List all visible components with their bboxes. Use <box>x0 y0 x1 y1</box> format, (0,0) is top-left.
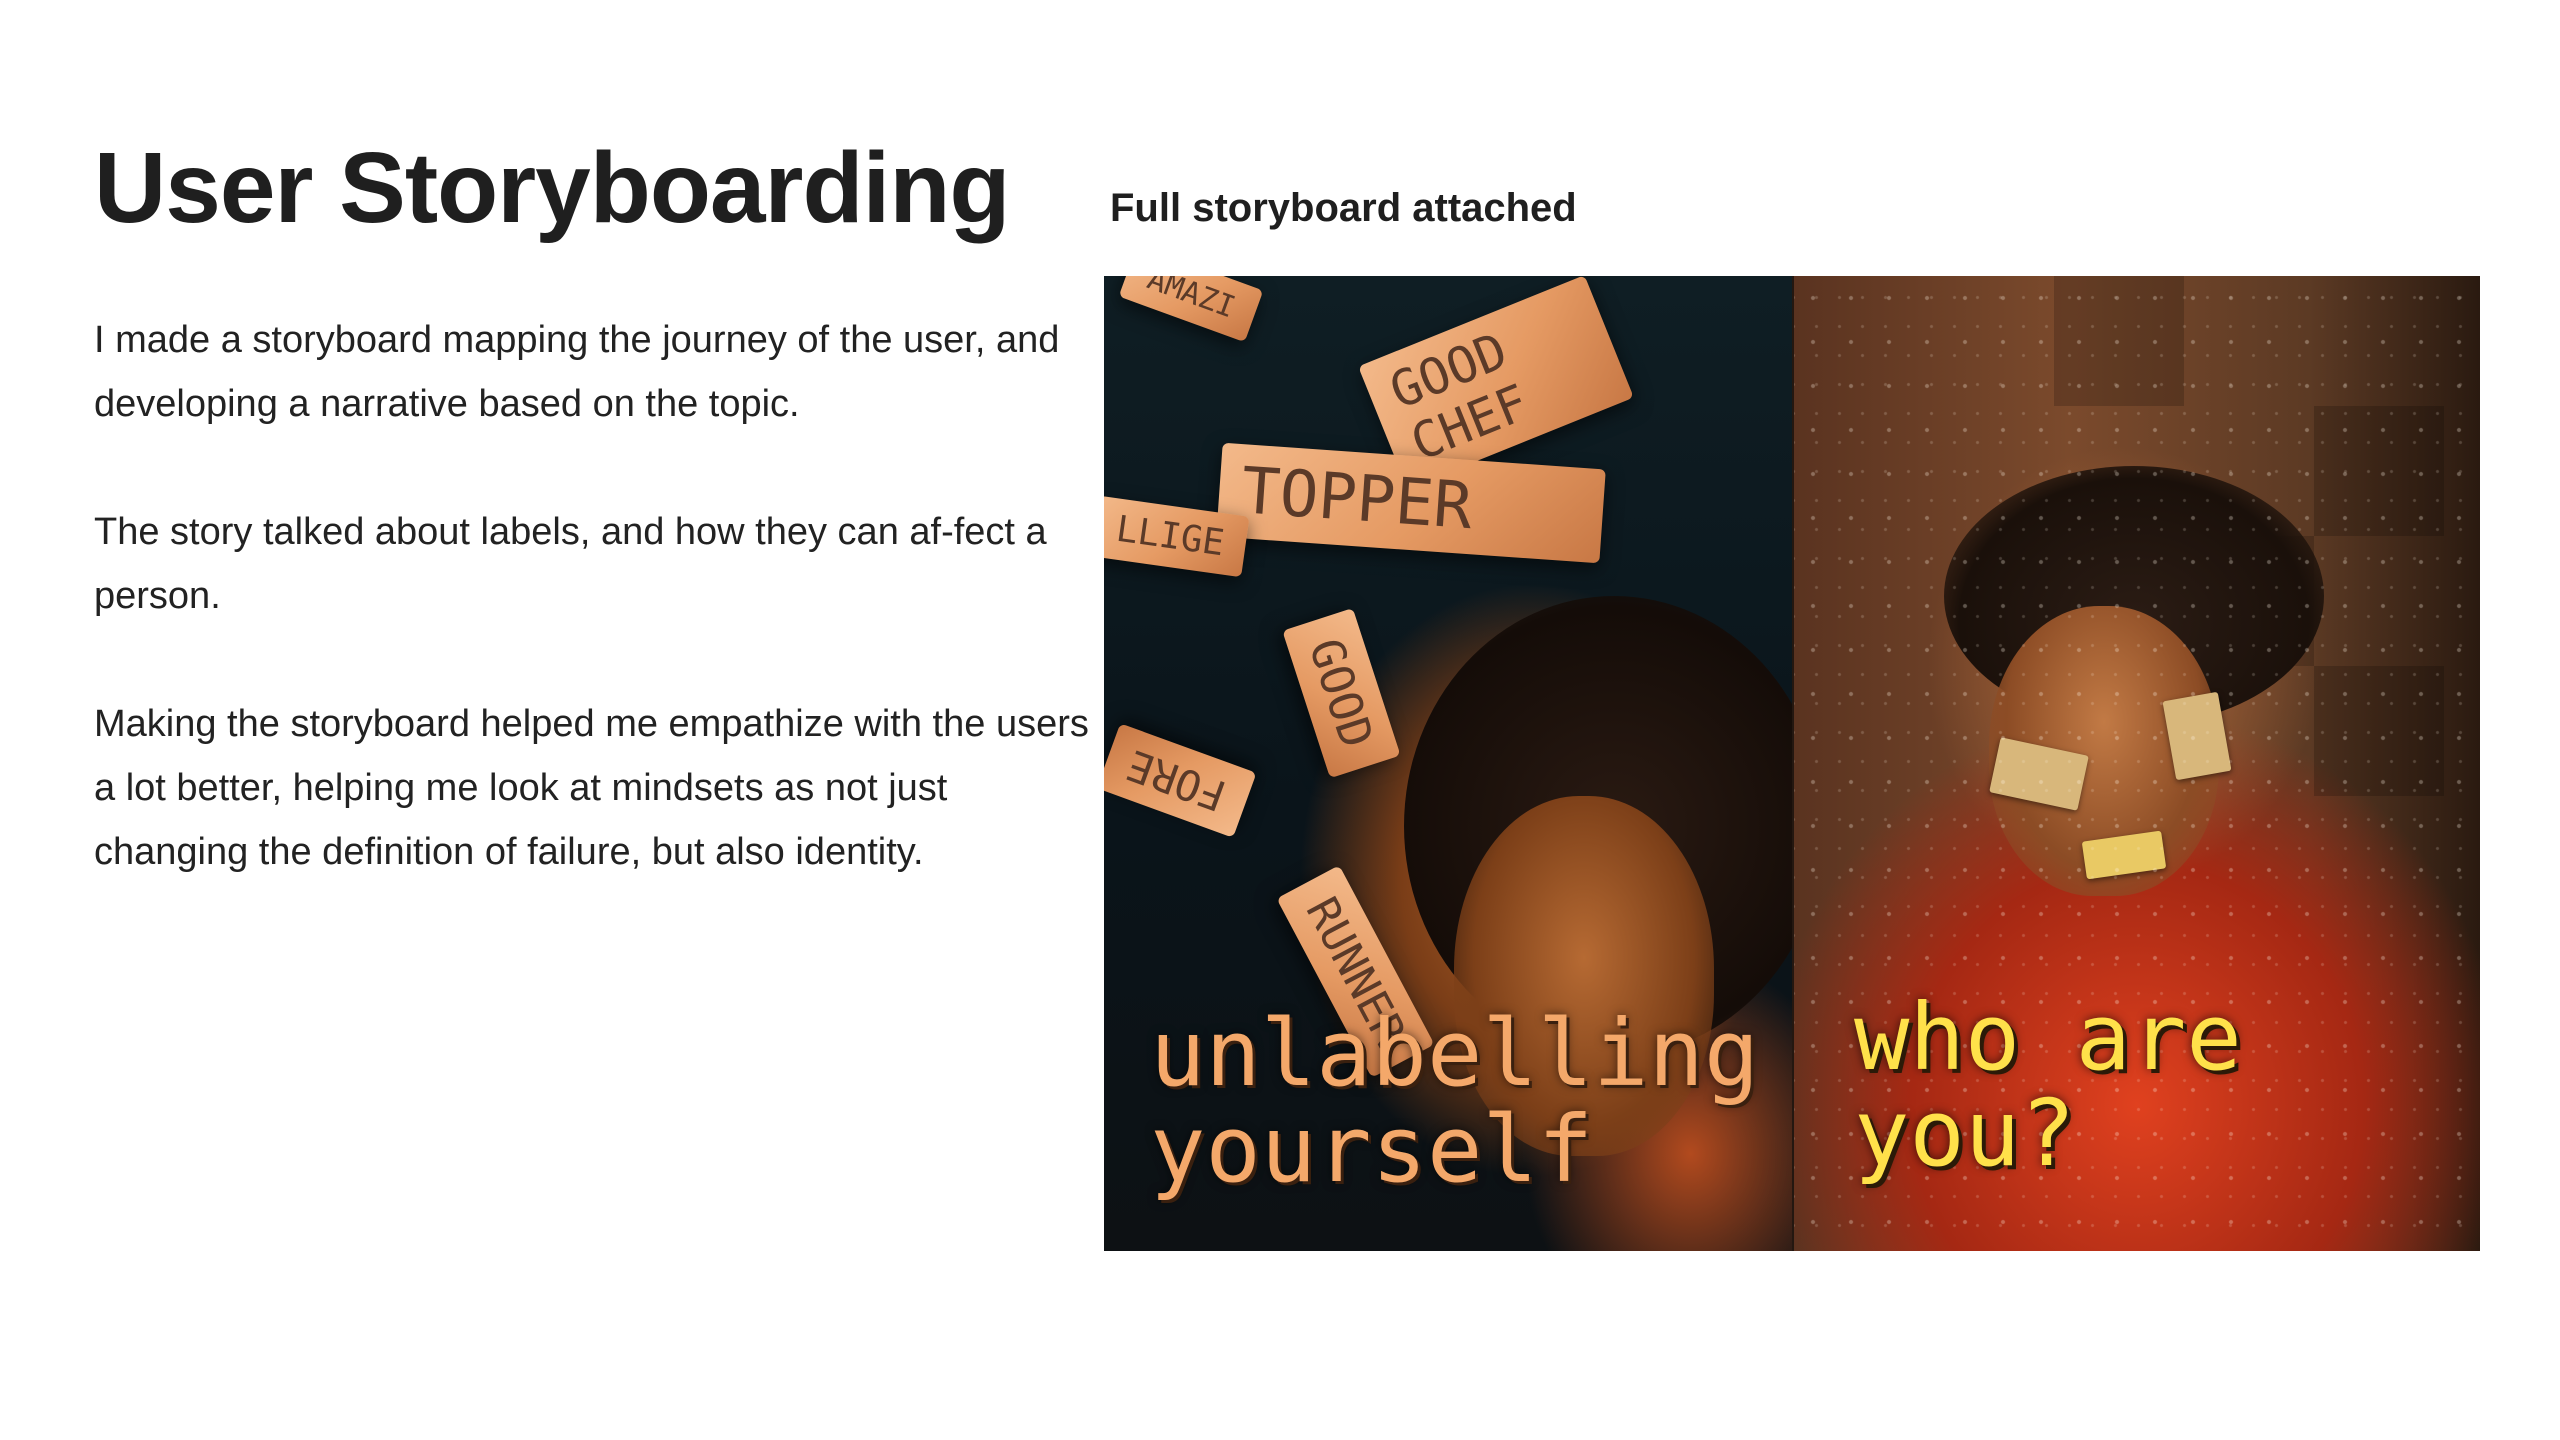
storyboard-image: AMAZI GOOD CHEF TOPPER LLIGE GOOD FORE R… <box>1104 276 2480 1251</box>
overlay-line-2: you? <box>1854 1080 2076 1187</box>
paragraph-intro: I made a storyboard mapping the journey … <box>94 319 1060 425</box>
paper-label-good: GOOD <box>1282 607 1401 779</box>
paper-label-fore: FORE <box>1104 723 1257 838</box>
body-text: I made a storyboard mapping the journey … <box>94 308 1094 948</box>
paper-label-amazi: AMAZI <box>1118 276 1264 343</box>
storyboard-panel-who-are-you: who are you? <box>1794 276 2480 1251</box>
page-title: User Storyboarding <box>94 132 1010 244</box>
paragraph-labels: The story talked about labels, and how t… <box>94 511 1047 617</box>
storyboard-caption: Full storyboard attached <box>1110 186 1577 230</box>
paper-label-topper: TOPPER <box>1216 442 1606 564</box>
paragraph-empathy: Making the storyboard helped me empathiz… <box>94 703 1089 873</box>
storyboard-panel-unlabelling: AMAZI GOOD CHEF TOPPER LLIGE GOOD FORE R… <box>1104 276 1794 1251</box>
overlay-line-1: who are <box>1854 984 2242 1091</box>
overlay-line-1: unlabelling <box>1150 1000 1760 1107</box>
overlay-unlabelling-yourself: unlabelling yourself <box>1150 1006 1759 1198</box>
overlay-line-2: yourself <box>1150 1096 1594 1203</box>
overlay-who-are-you: who are you? <box>1854 990 2242 1182</box>
